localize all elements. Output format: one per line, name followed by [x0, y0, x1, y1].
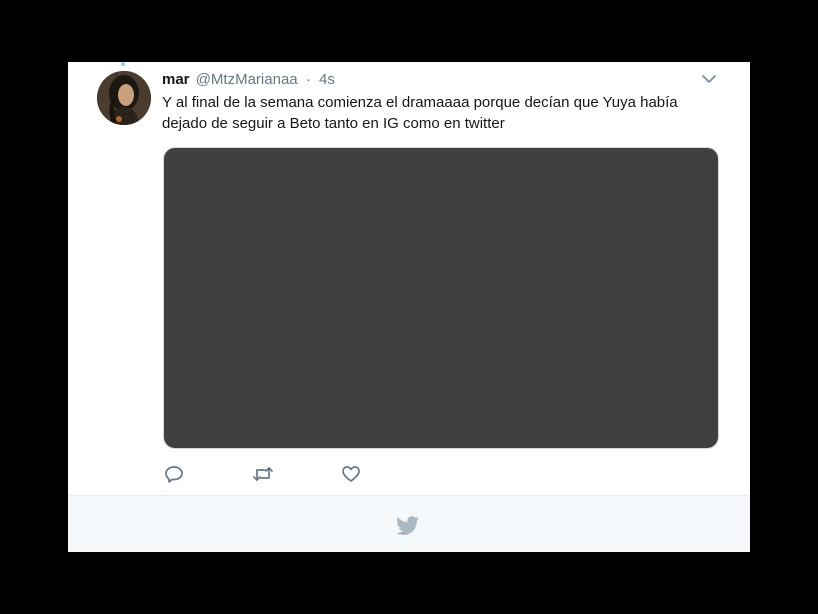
header-separator: ·: [305, 71, 311, 88]
avatar[interactable]: [97, 71, 151, 125]
twitter-bird-icon: [396, 516, 420, 536]
like-icon[interactable]: [341, 464, 361, 484]
tweet-media[interactable]: [163, 147, 719, 449]
tweet-header: mar @MtzMarianaa · 4s: [162, 71, 335, 89]
reply-icon[interactable]: [164, 464, 184, 484]
tweet-timestamp[interactable]: 4s: [319, 71, 335, 88]
thread-indicator: [121, 62, 125, 66]
user-handle[interactable]: @MtzMarianaa: [196, 71, 298, 88]
display-name[interactable]: mar: [162, 71, 190, 88]
retweet-icon[interactable]: [252, 464, 273, 484]
chevron-down-icon[interactable]: [700, 72, 718, 86]
tweet-text: Y al final de la semana comienza el dram…: [162, 92, 722, 134]
tweet-text-line: dejado de seguir a Beto tanto en IG como…: [162, 115, 505, 132]
tweet-text-line: Y al final de la semana comienza el dram…: [162, 94, 678, 111]
